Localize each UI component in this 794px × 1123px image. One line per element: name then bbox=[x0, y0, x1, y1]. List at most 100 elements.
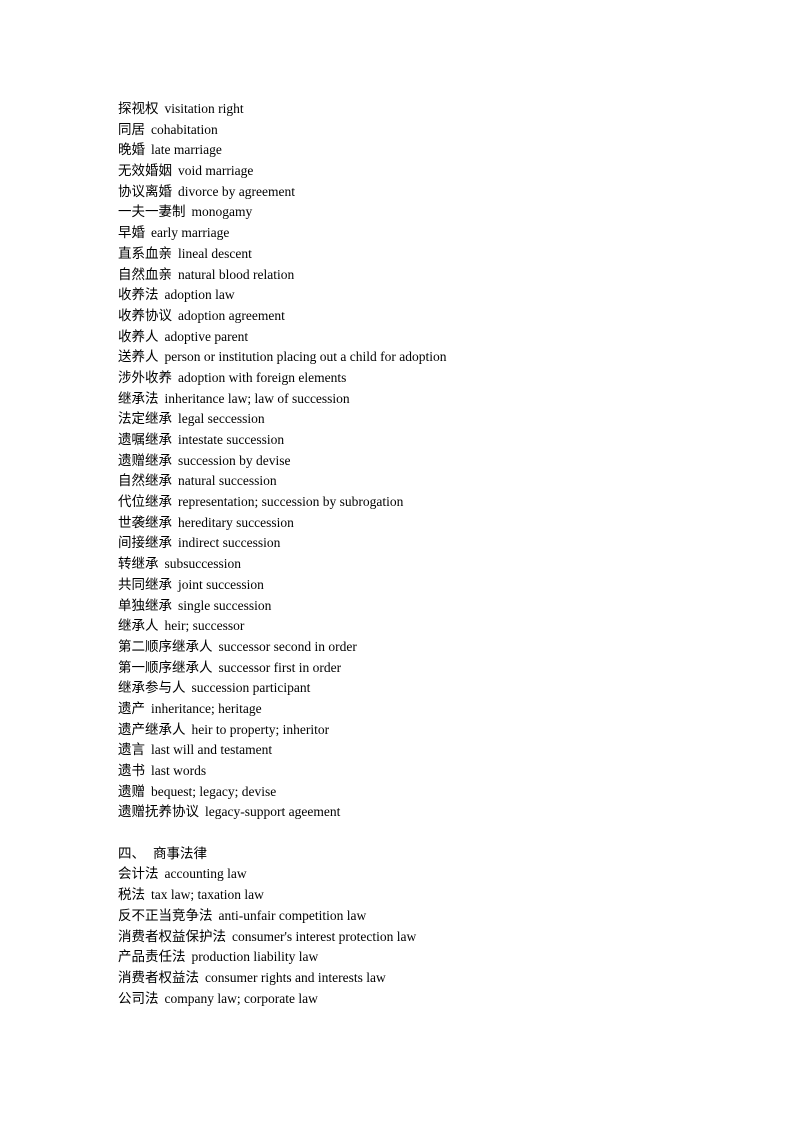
entry-term: 协议离婚 bbox=[118, 183, 172, 200]
glossary-entry: 世袭继承 hereditary succession bbox=[118, 513, 718, 534]
entry-gloss: legacy-support ageement bbox=[205, 804, 341, 820]
glossary-entry: 共同继承 joint succession bbox=[118, 575, 718, 596]
entry-term: 一夫一妻制 bbox=[118, 204, 186, 221]
entry-term: 继承参与人 bbox=[118, 680, 186, 697]
entry-term: 早婚 bbox=[118, 225, 145, 242]
glossary-entry: 单独继承 single succession bbox=[118, 596, 718, 617]
glossary-entry: 代位继承 representation; succession by subrog… bbox=[118, 492, 718, 513]
entry-term: 共同继承 bbox=[118, 576, 172, 593]
entry-term: 晚婚 bbox=[118, 142, 145, 159]
entry-gloss: single succession bbox=[178, 597, 272, 613]
glossary-entry: 涉外收养 adoption with foreign elements bbox=[118, 368, 718, 389]
entry-gloss: successor second in order bbox=[218, 638, 357, 654]
entry-term: 遗赠继承 bbox=[118, 452, 172, 469]
glossary-entry: 探视权 visitation right bbox=[118, 99, 718, 120]
entry-term: 世袭继承 bbox=[118, 514, 172, 531]
glossary-entry: 遗书 last words bbox=[118, 761, 718, 782]
entry-gloss: hereditary succession bbox=[178, 514, 294, 530]
entry-gloss: early marriage bbox=[151, 225, 230, 241]
entry-gloss: adoption agreement bbox=[178, 307, 285, 323]
entry-term: 公司法 bbox=[118, 990, 159, 1007]
glossary-entry: 自然血亲 natural blood relation bbox=[118, 265, 718, 286]
entry-term: 第二顺序继承人 bbox=[118, 638, 213, 655]
entry-term: 反不正当竞争法 bbox=[118, 907, 213, 924]
entry-term: 涉外收养 bbox=[118, 369, 172, 386]
glossary-entry: 遗产继承人 heir to property; inheritor bbox=[118, 720, 718, 741]
entry-term: 法定继承 bbox=[118, 411, 172, 428]
glossary-entry: 反不正当竞争法 anti-unfair competition law bbox=[118, 906, 718, 927]
glossary-list-upper: 探视权 visitation right 同居 cohabitation 晚婚 late … bbox=[118, 99, 718, 823]
document-page: 探视权 visitation right 同居 cohabitation 晚婚 late … bbox=[0, 0, 794, 1123]
entry-gloss: inheritance law; law of succession bbox=[164, 390, 350, 406]
glossary-entry: 遗嘱继承 intestate succession bbox=[118, 430, 718, 451]
glossary-entry: 继承人 heir; successor bbox=[118, 616, 718, 637]
entry-term: 产品责任法 bbox=[118, 949, 186, 966]
glossary-entry: 第二顺序继承人 successor second in order bbox=[118, 637, 718, 658]
entry-gloss: indirect succession bbox=[178, 535, 281, 551]
entry-gloss: succession by devise bbox=[178, 452, 291, 468]
entry-term: 会计法 bbox=[118, 866, 159, 883]
entry-term: 第一顺序继承人 bbox=[118, 659, 213, 676]
entry-gloss: person or institution placing out a chil… bbox=[164, 349, 447, 365]
entry-gloss: adoption with foreign elements bbox=[178, 369, 347, 385]
glossary-entry: 遗产 inheritance; heritage bbox=[118, 699, 718, 720]
section-heading: 四、 商事法律 bbox=[118, 844, 718, 865]
glossary-entry: 遗赠 bequest; legacy; devise bbox=[118, 782, 718, 803]
glossary-entry: 晚婚 late marriage bbox=[118, 140, 718, 161]
entry-gloss: cohabitation bbox=[151, 121, 218, 137]
entry-term: 遗产继承人 bbox=[118, 721, 186, 738]
entry-gloss: visitation right bbox=[164, 101, 244, 116]
entry-term: 自然血亲 bbox=[118, 266, 172, 283]
entry-gloss: natural succession bbox=[178, 473, 277, 489]
entry-gloss: void marriage bbox=[178, 163, 254, 179]
entry-term: 送养人 bbox=[118, 349, 159, 366]
entry-gloss: consumer's interest protection law bbox=[232, 928, 417, 944]
glossary-entry: 会计法 accounting law bbox=[118, 864, 718, 885]
glossary-entry: 遗言 last will and testament bbox=[118, 740, 718, 761]
glossary-entry: 协议离婚 divorce by agreement bbox=[118, 182, 718, 203]
entry-gloss: lineal descent bbox=[178, 245, 252, 261]
entry-gloss: adoption law bbox=[164, 287, 235, 303]
entry-term: 代位继承 bbox=[118, 494, 172, 511]
glossary-entry: 转继承 subsuccession bbox=[118, 554, 718, 575]
entry-gloss: production liability law bbox=[191, 949, 319, 965]
entry-term: 自然继承 bbox=[118, 473, 172, 490]
entry-term: 间接继承 bbox=[118, 535, 172, 552]
entry-term: 消费者权益保护法 bbox=[118, 928, 226, 945]
glossary-content: 探视权 visitation right 同居 cohabitation 晚婚 late … bbox=[118, 99, 718, 1009]
entry-term: 转继承 bbox=[118, 556, 159, 573]
glossary-entry: 公司法 company law; corporate law bbox=[118, 989, 718, 1010]
glossary-entry: 消费者权益法 consumer rights and interests law bbox=[118, 968, 718, 989]
entry-term: 继承法 bbox=[118, 390, 159, 407]
entry-gloss: representation; succession by subrogatio… bbox=[178, 494, 404, 510]
glossary-entry: 直系血亲 lineal descent bbox=[118, 244, 718, 265]
entry-gloss: inheritance; heritage bbox=[151, 700, 262, 716]
entry-term: 税法 bbox=[118, 887, 145, 904]
entry-gloss: company law; corporate law bbox=[164, 990, 318, 1006]
entry-gloss: subsuccession bbox=[164, 556, 242, 572]
entry-term: 遗赠 bbox=[118, 783, 145, 800]
glossary-entry: 产品责任法 production liability law bbox=[118, 947, 718, 968]
entry-gloss: monogamy bbox=[191, 204, 253, 220]
entry-gloss: last will and testament bbox=[151, 742, 273, 758]
glossary-entry: 一夫一妻制 monogamy bbox=[118, 202, 718, 223]
entry-gloss: accounting law bbox=[164, 866, 247, 882]
entry-term: 继承人 bbox=[118, 618, 159, 635]
glossary-list-lower: 会计法 accounting law 税法 tax law; taxation law… bbox=[118, 864, 718, 1009]
entry-term: 单独继承 bbox=[118, 597, 172, 614]
glossary-entry: 继承法 inheritance law; law of succession bbox=[118, 389, 718, 410]
glossary-entry: 收养协议 adoption agreement bbox=[118, 306, 718, 327]
glossary-entry: 同居 cohabitation bbox=[118, 120, 718, 141]
glossary-entry: 早婚 early marriage bbox=[118, 223, 718, 244]
entry-gloss: tax law; taxation law bbox=[151, 887, 264, 903]
entry-term: 遗嘱继承 bbox=[118, 432, 172, 448]
entry-gloss: late marriage bbox=[151, 142, 222, 158]
glossary-entry: 遗赠抚养协议 legacy-support ageement bbox=[118, 802, 718, 823]
glossary-entry: 收养法 adoption law bbox=[118, 285, 718, 306]
entry-gloss: natural blood relation bbox=[178, 266, 295, 282]
entry-gloss: legal seccession bbox=[178, 411, 265, 427]
entry-term: 收养法 bbox=[118, 287, 159, 304]
entry-term: 收养人 bbox=[118, 328, 159, 345]
entry-gloss: heir to property; inheritor bbox=[191, 721, 330, 737]
entry-gloss: intestate succession bbox=[178, 432, 285, 447]
